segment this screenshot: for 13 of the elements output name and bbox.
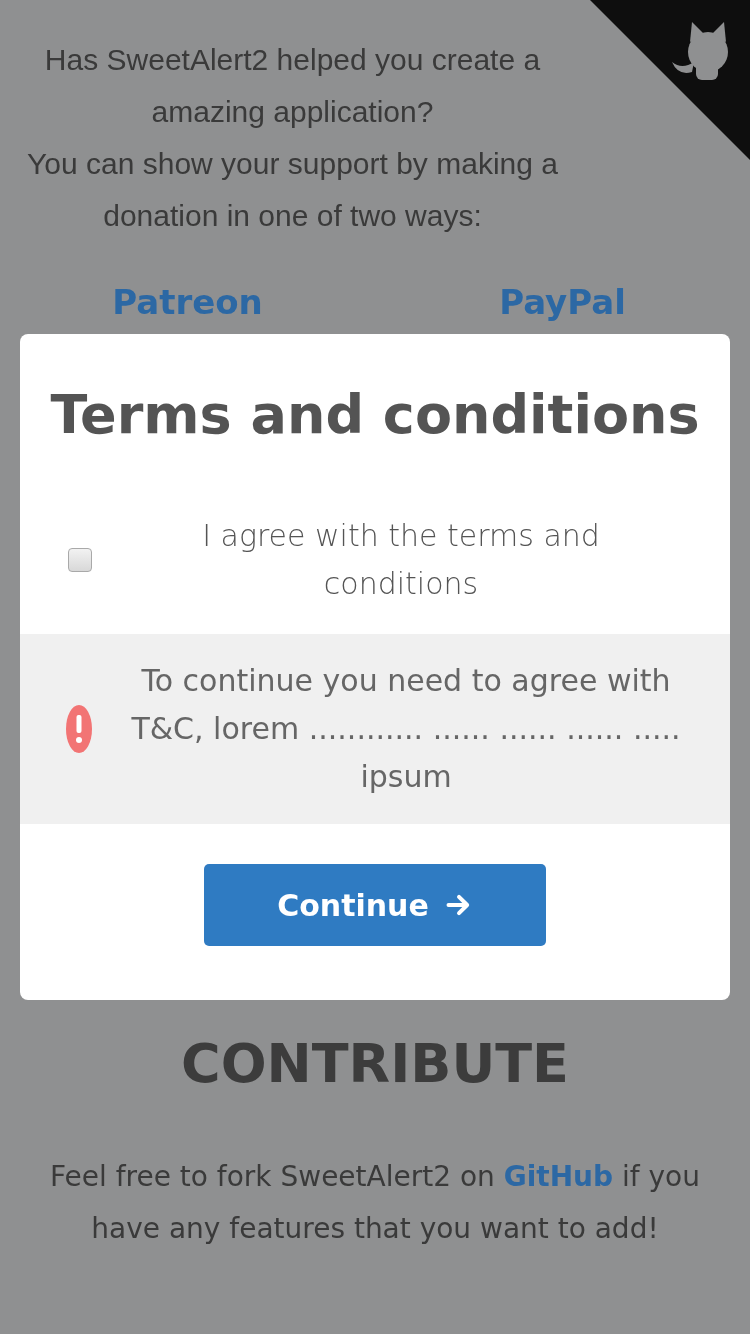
continue-button[interactable]: Continue	[204, 864, 546, 946]
donation-link[interactable]: PayPal	[499, 282, 626, 322]
corner-ribbon-drawing[interactable]	[590, 0, 750, 160]
validation-message: To continue you need to agree with T&C, lorem ............ ...... ...... ...... ..... ipsum	[130, 662, 682, 796]
checkbox[interactable]	[68, 548, 92, 572]
contribute-paragraph: Feel free to fork SweetAlert2 on GitHub if you have any features that you want to add!	[49, 1159, 701, 1247]
error-icon	[66, 705, 92, 753]
donation-link[interactable]: Patreon	[112, 282, 263, 322]
intro-paragraph: Has SweetAlert2 helped you create a amazing application? You can show your support by making a donation in one of two ways:	[26, 42, 559, 234]
section-heading: CONTRIBUTE	[181, 1032, 569, 1095]
checkbox-label: I agree with the terms and conditions	[201, 517, 601, 603]
github-link[interactable]: GitHub	[503, 1160, 614, 1193]
modal-title: Terms and conditions	[49, 382, 701, 448]
